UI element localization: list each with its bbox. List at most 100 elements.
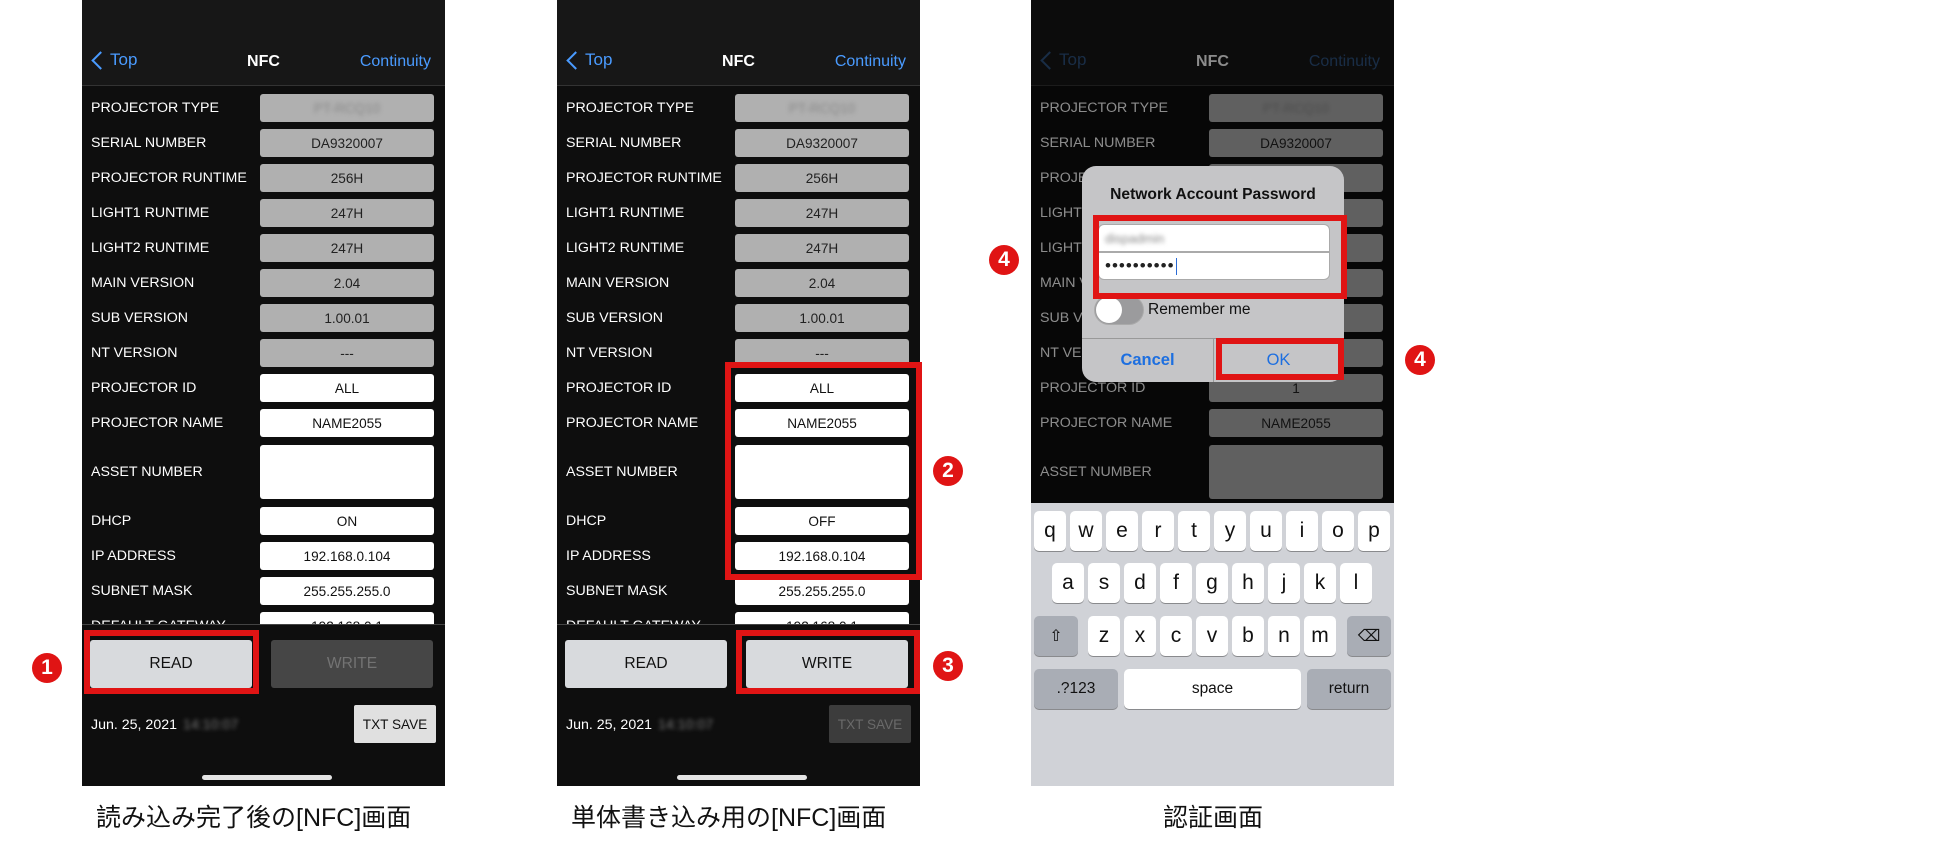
setting-label: SERIAL NUMBER: [91, 135, 207, 151]
cancel-button[interactable]: Cancel: [1082, 338, 1213, 382]
setting-label: MAIN VERSION: [91, 275, 195, 291]
setting-value: 247H: [330, 240, 364, 256]
read-button[interactable]: READ: [90, 640, 252, 688]
write-button[interactable]: WRITE: [746, 640, 908, 688]
password-field[interactable]: ••••••••••: [1098, 252, 1330, 280]
key-l[interactable]: l: [1340, 563, 1372, 603]
password-value: ••••••••••: [1105, 256, 1175, 275]
setting-row: PROJECTOR TYPE PT-RCQ10: [82, 94, 445, 122]
key-s[interactable]: s: [1088, 563, 1120, 603]
shift-key[interactable]: ⇧: [1034, 616, 1078, 656]
setting-value-field: 247H: [735, 234, 909, 262]
continuity-button[interactable]: Continuity: [835, 53, 906, 71]
setting-value-field: 256H: [735, 164, 909, 192]
key-n[interactable]: n: [1268, 616, 1300, 656]
setting-value-field[interactable]: ON: [260, 507, 434, 535]
setting-value-field[interactable]: 192.168.0.104: [735, 542, 909, 570]
key-a[interactable]: a: [1052, 563, 1084, 603]
setting-label: PROJECTOR ID: [566, 380, 672, 396]
write-button[interactable]: WRITE: [271, 640, 433, 688]
setting-value-field[interactable]: [735, 445, 909, 499]
setting-value-field[interactable]: ALL: [260, 374, 434, 402]
setting-row: LIGHT1 RUNTIME 247H: [557, 199, 920, 227]
setting-label: IP ADDRESS: [566, 548, 651, 564]
setting-value-field[interactable]: 255.255.255.0: [735, 577, 909, 605]
setting-label: IP ADDRESS: [91, 548, 176, 564]
key-q[interactable]: q: [1034, 511, 1066, 551]
setting-label: MAIN VERSION: [566, 275, 670, 291]
setting-value: 247H: [805, 240, 839, 256]
setting-value-field[interactable]: 192.168.0.1: [260, 612, 434, 624]
setting-row: ASSET NUMBER: [82, 444, 445, 500]
key-k[interactable]: k: [1304, 563, 1336, 603]
key-y[interactable]: y: [1214, 511, 1246, 551]
setting-value-field[interactable]: ALL: [735, 374, 909, 402]
key-d[interactable]: d: [1124, 563, 1156, 603]
key-t[interactable]: t: [1178, 511, 1210, 551]
setting-value-field[interactable]: 255.255.255.0: [260, 577, 434, 605]
setting-value-field[interactable]: [260, 445, 434, 499]
space-key[interactable]: space: [1124, 669, 1301, 709]
key-o[interactable]: o: [1322, 511, 1354, 551]
setting-row: DHCP ON: [82, 507, 445, 535]
key-z[interactable]: z: [1088, 616, 1120, 656]
setting-row: PROJECTOR RUNTIME 256H: [82, 164, 445, 192]
setting-value-field: PT-RCQ10: [735, 94, 909, 122]
setting-value-field: 247H: [735, 199, 909, 227]
setting-label: LIGHT2 RUNTIME: [566, 240, 685, 256]
setting-row: PROJECTOR ID ALL: [82, 374, 445, 402]
setting-label: SUBNET MASK: [566, 583, 668, 599]
backspace-key[interactable]: ⌫: [1347, 616, 1391, 656]
ok-button[interactable]: OK: [1213, 338, 1344, 382]
setting-row: DEFAULT GATEWAY192.168.0.1: [82, 612, 445, 624]
txt-save-button[interactable]: TXT SAVE: [354, 705, 436, 743]
key-b[interactable]: b: [1232, 616, 1264, 656]
key-f[interactable]: f: [1160, 563, 1192, 603]
setting-row: IP ADDRESS 192.168.0.104: [82, 542, 445, 570]
date-value: Jun. 25, 2021: [566, 717, 652, 733]
setting-value: ALL: [334, 380, 360, 396]
caption-panel3: 認証画面: [1163, 804, 1264, 832]
key-g[interactable]: g: [1196, 563, 1228, 603]
username-field[interactable]: dispadmin: [1098, 224, 1330, 252]
setting-value-field: 1.00.01: [260, 304, 434, 332]
setting-row: LIGHT1 RUNTIME 247H: [82, 199, 445, 227]
return-key[interactable]: return: [1307, 669, 1391, 709]
date-value: Jun. 25, 2021: [91, 717, 177, 733]
setting-row: PROJECTOR RUNTIME 256H: [557, 164, 920, 192]
setting-row: PROJECTOR NAME NAME2055: [82, 409, 445, 437]
txt-save-button[interactable]: TXT SAVE: [829, 705, 911, 743]
setting-value-field[interactable]: OFF: [735, 507, 909, 535]
setting-value: 256H: [330, 170, 364, 186]
key-u[interactable]: u: [1250, 511, 1282, 551]
setting-value-field[interactable]: NAME2055: [735, 409, 909, 437]
setting-value: 2.04: [333, 275, 361, 291]
setting-label: DHCP: [91, 513, 132, 529]
nav-bar: Top NFC Continuity: [557, 0, 920, 86]
onscreen-keyboard: q w e r t y u i o p a s d f g h j k l ⇧ z x c v b n m ⌫ .?123 space re…: [1031, 503, 1394, 786]
key-x[interactable]: x: [1124, 616, 1156, 656]
key-w[interactable]: w: [1070, 511, 1102, 551]
key-i[interactable]: i: [1286, 511, 1318, 551]
settings-list: PROJECTOR TYPE PT-RCQ10 SERIAL NUMBER DA932…: [557, 94, 920, 624]
key-c[interactable]: c: [1160, 616, 1192, 656]
setting-value-field[interactable]: 192.168.0.104: [260, 542, 434, 570]
key-h[interactable]: h: [1232, 563, 1264, 603]
numbers-key[interactable]: .?123: [1034, 669, 1118, 709]
read-button[interactable]: READ: [565, 640, 727, 688]
setting-value: 192.168.0.104: [303, 548, 391, 564]
key-v[interactable]: v: [1196, 616, 1228, 656]
key-p[interactable]: p: [1358, 511, 1390, 551]
setting-value: ALL: [809, 380, 835, 396]
key-e[interactable]: e: [1106, 511, 1138, 551]
setting-value-field[interactable]: NAME2055: [260, 409, 434, 437]
key-r[interactable]: r: [1142, 511, 1174, 551]
setting-value-field[interactable]: 192.168.0.1: [735, 612, 909, 624]
continuity-button[interactable]: Continuity: [360, 53, 431, 71]
caption-panel1: 読み込み完了後の[NFC]画面: [96, 804, 412, 832]
key-m[interactable]: m: [1304, 616, 1336, 656]
setting-value: DA9320007: [311, 135, 383, 151]
remember-me-toggle[interactable]: [1094, 295, 1144, 325]
key-j[interactable]: j: [1268, 563, 1300, 603]
setting-value: PT-RCQ10: [313, 100, 381, 116]
